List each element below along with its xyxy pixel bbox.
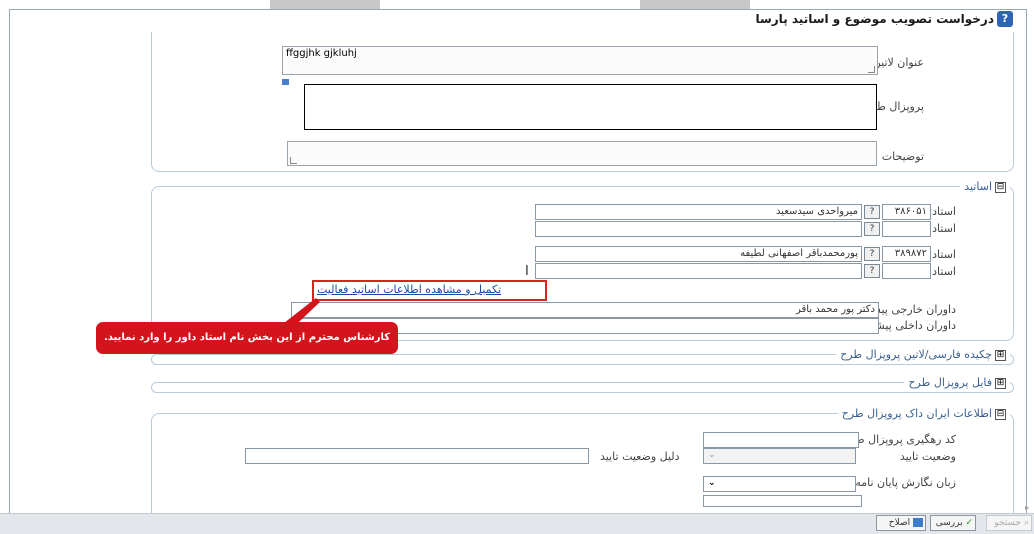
external-referees-input[interactable]: دکتر پور محمد باقر [291, 302, 879, 318]
callout-note: کارشناس محترم از اين بخش نام استاد داور … [96, 322, 398, 354]
review-button[interactable]: ✓ بررسی [930, 515, 976, 531]
next-field-input[interactable] [703, 495, 862, 507]
proposal-editor[interactable] [304, 84, 877, 130]
correct-button-label: اصلاح [888, 518, 911, 528]
correct-button[interactable]: اصلاح [876, 515, 926, 531]
advisor2-lookup-button[interactable]: ? [864, 264, 880, 278]
tracking-code-label: کد رهگيری پروپزال طرح [842, 433, 956, 446]
approval-status-label: وضعيت تاييد [899, 450, 956, 463]
advisor1-lookup-button[interactable]: ? [864, 247, 880, 261]
search-button-label: جستجو [994, 518, 1022, 528]
professors-legend[interactable]: ⊟اساتيد [960, 180, 1010, 193]
advisor2-name-input[interactable] [535, 263, 862, 279]
supervisor2-name-input[interactable] [535, 221, 862, 237]
file-legend[interactable]: ⊞فايل پروپزال طرح [904, 376, 1010, 389]
supervisor1-lookup-button[interactable]: ? [864, 205, 880, 219]
advisor2-code-input[interactable] [882, 263, 931, 279]
approval-reason-input[interactable] [245, 448, 589, 464]
file-legend-label: فايل پروپزال طرح [908, 376, 992, 389]
supervisor2-lookup-button[interactable]: ? [864, 222, 880, 236]
advisor1-name-input[interactable]: پورمحمدباقر اصفهانی لطيفه [535, 246, 862, 262]
search-button[interactable]: ⌕ جستجو [986, 515, 1032, 531]
notes-label: توضيحات [881, 150, 924, 163]
page-title-bar: درخواست تصويب موضوع و اساتيد پارسا ? [755, 11, 1016, 27]
chevron-down-icon: ⌄ [708, 478, 716, 488]
professors-legend-label: اساتيد [964, 180, 992, 193]
resize-grip-icon[interactable] [868, 66, 875, 73]
text-cursor-icon: I [525, 264, 529, 279]
expand-icon[interactable]: ⊞ [995, 349, 1006, 361]
supervisor2-code-input[interactable] [882, 221, 931, 237]
latin-title-value: ffggjhk gjkluhj [286, 48, 357, 59]
advisor1-code-input[interactable]: ۳۸۹۸۷۲ [882, 246, 931, 262]
editor-icon[interactable] [282, 79, 289, 85]
collapse-icon[interactable]: ⊟ [995, 408, 1006, 420]
file-panel [151, 382, 1014, 393]
complete-professors-link[interactable]: تکميل و مشاهده اطلاعات اساتيد فعاليت [317, 283, 501, 296]
collapse-icon[interactable]: ⊟ [995, 181, 1006, 193]
irandoc-legend[interactable]: ⊟اطلاعات ايران داک پروپزال طرح [837, 407, 1010, 420]
approval-status-select[interactable]: ⌄ [703, 448, 856, 464]
approval-reason-label: دليل وضعيت تاييد [600, 450, 680, 463]
chevron-down-icon: ⌄ [708, 450, 716, 460]
help-icon[interactable]: ? [997, 11, 1013, 27]
search-icon: ⌕ [1023, 518, 1029, 528]
check-icon: ✓ [965, 518, 973, 528]
thesis-language-label: زبان نگارش پايان نامه [855, 476, 956, 489]
edit-icon [913, 518, 923, 527]
supervisor1-name-input[interactable]: ميرواحدی سيدسعيد [535, 204, 862, 220]
expand-icon[interactable]: ⊞ [995, 377, 1006, 389]
abstract-legend-label: چکيده فارسی/لاتين پروپزال طرح [840, 348, 992, 361]
abstract-legend[interactable]: ⊞چکيده فارسی/لاتين پروپزال طرح [836, 348, 1010, 361]
tracking-code-input[interactable] [703, 432, 859, 448]
resize-grip-icon[interactable] [290, 157, 297, 164]
irandoc-panel [151, 413, 1014, 524]
notes-field[interactable] [287, 141, 877, 166]
irandoc-legend-label: اطلاعات ايران داک پروپزال طرح [841, 407, 992, 420]
latin-title-label: عنوان لاتين [872, 56, 924, 69]
scroll-right-icon[interactable]: ▸ [1025, 503, 1029, 512]
supervisor1-code-input[interactable]: ۳۸۶۰۵۱ [882, 204, 931, 220]
thesis-language-select[interactable]: ⌄ [703, 476, 856, 492]
page-title: درخواست تصويب موضوع و اساتيد پارسا [755, 12, 994, 26]
latin-title-field[interactable]: ffggjhk gjkluhj [282, 46, 878, 75]
review-button-label: بررسی [935, 518, 963, 528]
